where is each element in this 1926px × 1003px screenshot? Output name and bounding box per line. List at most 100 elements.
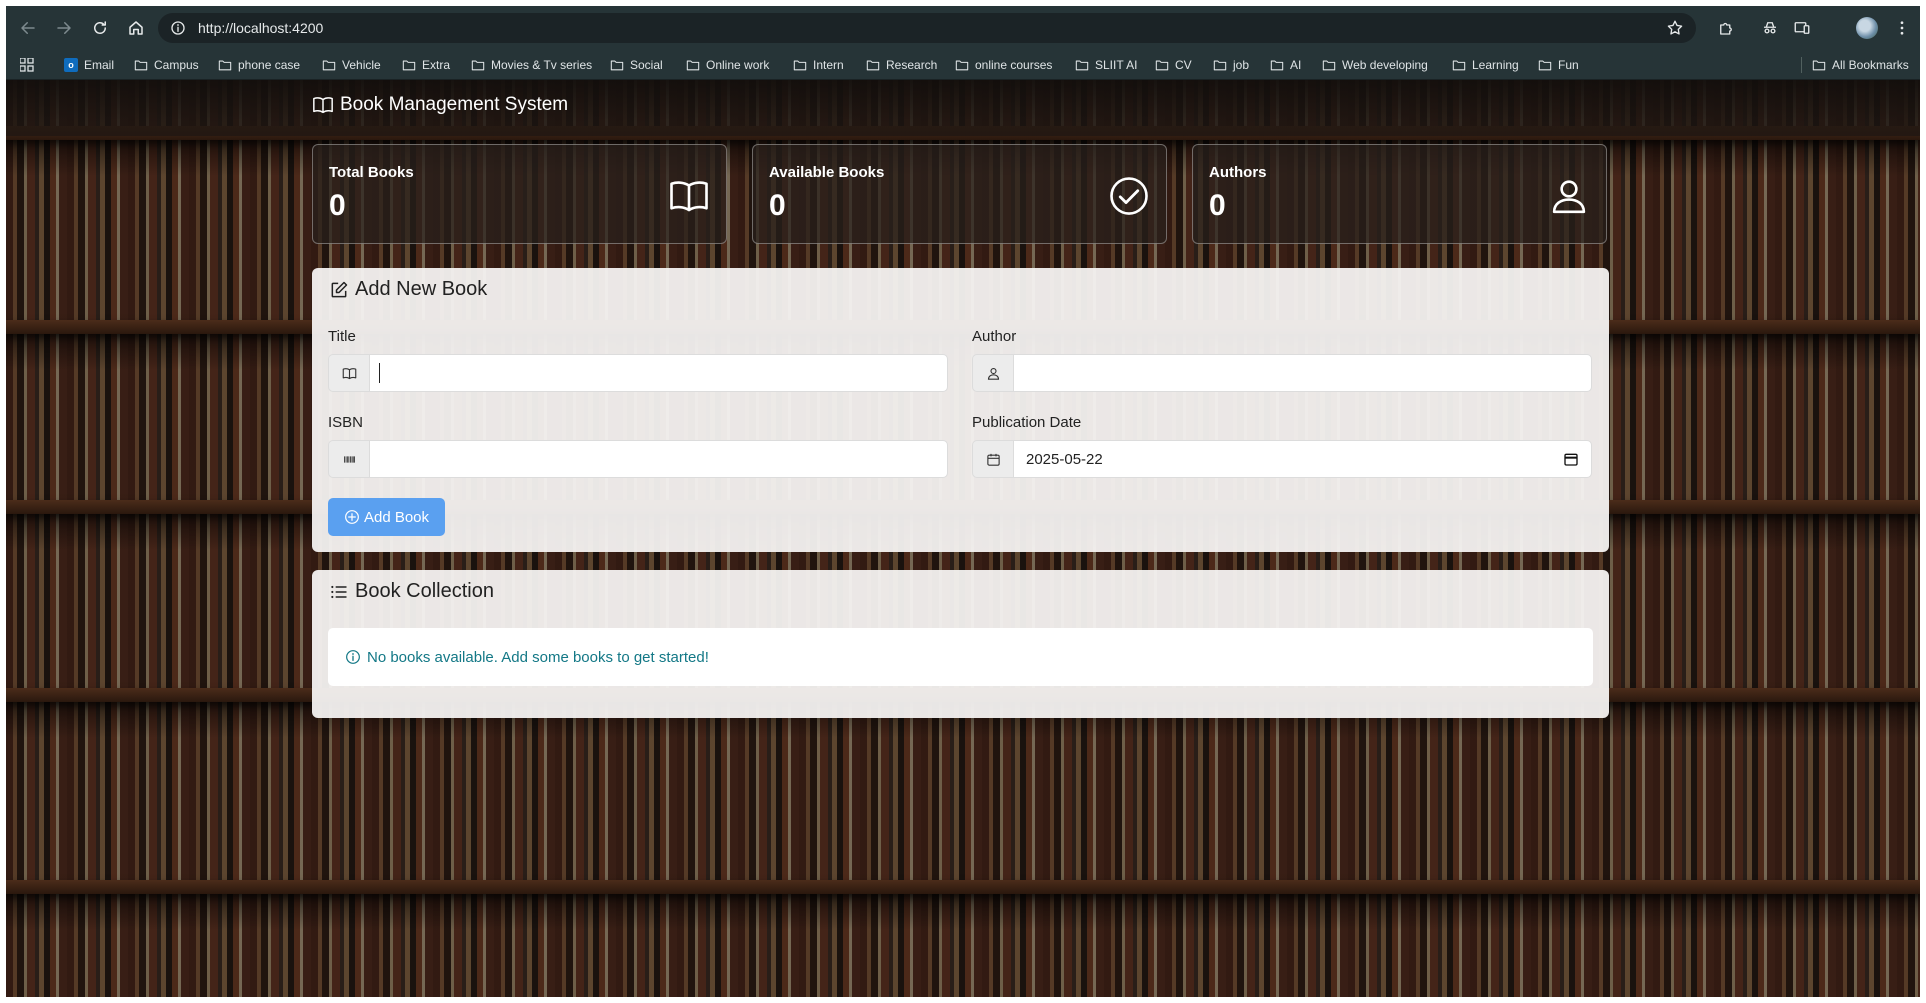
- publication-date-value: 2025-05-22: [1026, 450, 1103, 468]
- title-label: Title: [328, 328, 356, 345]
- bookmark-folder-movies[interactable]: Movies & Tv series: [471, 50, 592, 80]
- app-title: Book Management System: [340, 94, 569, 115]
- bookmark-label: Extra: [422, 58, 451, 72]
- bookmark-folder-ai[interactable]: AI: [1270, 50, 1301, 80]
- folder-icon: [471, 60, 485, 71]
- bookmark-folder-social[interactable]: Social: [610, 50, 663, 80]
- bookmarks-divider: [1801, 57, 1802, 73]
- folder-icon: [402, 60, 416, 71]
- shelf-decoration: [6, 880, 1920, 894]
- stat-value: 0: [329, 189, 346, 222]
- devices-icon: [1794, 22, 1810, 34]
- app-brand[interactable]: Book Management System: [312, 94, 568, 116]
- add-book-button[interactable]: Add Book: [328, 498, 445, 536]
- menu-button[interactable]: [1892, 18, 1912, 38]
- bookmark-folder-sliit-ai[interactable]: SLIIT AI: [1075, 50, 1137, 80]
- all-bookmarks-label: All Bookmarks: [1832, 58, 1909, 72]
- bookmark-folder-phone-case[interactable]: phone case: [218, 50, 300, 80]
- bookmark-folder-extra[interactable]: Extra: [402, 50, 450, 80]
- app-navbar: Book Management System: [6, 80, 1920, 136]
- folder-icon: [1075, 60, 1089, 71]
- incognito-button[interactable]: [1760, 18, 1780, 38]
- calendar-picker-icon[interactable]: [1563, 451, 1579, 467]
- folder-icon: [955, 60, 969, 71]
- bookmark-label: CV: [1175, 58, 1192, 72]
- address-bar[interactable]: http://localhost:4200: [158, 13, 1696, 43]
- bookmark-folder-fun[interactable]: Fun: [1538, 50, 1579, 80]
- bookmark-label: SLIIT AI: [1095, 58, 1138, 72]
- bookmark-folder-job[interactable]: job: [1213, 50, 1249, 80]
- back-button[interactable]: [16, 16, 40, 40]
- bookmark-folder-intern[interactable]: Intern: [793, 50, 844, 80]
- bookmarks-bar: o Email Campus phone case Vehicle Extra …: [6, 50, 1920, 80]
- bookmark-label: Email: [84, 58, 115, 72]
- all-bookmarks-button[interactable]: All Bookmarks: [1812, 50, 1909, 80]
- bookmark-star-icon[interactable]: [1666, 19, 1684, 37]
- book-collection-heading: Book Collection: [329, 580, 494, 603]
- bookmark-label: Vehicle: [342, 58, 381, 72]
- isbn-input[interactable]: [369, 440, 948, 478]
- bookmark-folder-online-courses[interactable]: online courses: [955, 50, 1052, 80]
- publication-date-label: Publication Date: [972, 414, 1082, 431]
- forward-button[interactable]: [52, 16, 76, 40]
- book-open-icon: [670, 181, 708, 212]
- bookmark-folder-online-work[interactable]: Online work: [686, 50, 769, 80]
- bookmark-label: AI: [1290, 58, 1302, 72]
- title-input[interactable]: [369, 354, 948, 392]
- profile-avatar[interactable]: [1856, 17, 1878, 39]
- reload-button[interactable]: [88, 16, 112, 40]
- info-circle-icon: [346, 650, 360, 664]
- stat-value: 0: [1209, 189, 1226, 222]
- bookmark-label: Online work: [706, 58, 770, 72]
- title-addon: [328, 354, 369, 392]
- side-panel-button[interactable]: [1792, 18, 1812, 38]
- bookmark-folder-learning[interactable]: Learning: [1452, 50, 1519, 80]
- folder-icon: [322, 60, 336, 71]
- stat-label: Available Books: [769, 164, 885, 181]
- folder-icon: [1538, 60, 1552, 71]
- barcode-icon: [343, 455, 355, 463]
- bookmark-folder-campus[interactable]: Campus: [134, 50, 199, 80]
- folder-icon: [1155, 60, 1169, 71]
- author-input[interactable]: [1013, 354, 1592, 392]
- plus-circle-icon: [345, 510, 359, 524]
- bookmark-folder-cv[interactable]: CV: [1155, 50, 1192, 80]
- kebab-menu-icon: [1900, 21, 1904, 35]
- arrow-right-icon: [57, 22, 71, 34]
- book-icon: [342, 367, 356, 379]
- folder-icon: [686, 60, 700, 71]
- list-icon: [331, 585, 347, 598]
- home-button[interactable]: [124, 16, 148, 40]
- stat-card-available-books: Available Books 0: [752, 144, 1167, 244]
- author-input-group: [972, 354, 1592, 392]
- empty-message: No books available. Add some books to ge…: [367, 648, 709, 666]
- bookmark-folder-web-developing[interactable]: Web developing: [1322, 50, 1428, 80]
- url-text[interactable]: http://localhost:4200: [198, 20, 323, 36]
- bookmark-folder-vehicle[interactable]: Vehicle: [322, 50, 381, 80]
- site-info-icon[interactable]: [170, 20, 186, 36]
- publication-date-group: 2025-05-22: [972, 440, 1592, 478]
- bookmark-label: Intern: [813, 58, 844, 72]
- person-icon: [987, 367, 999, 380]
- stat-value: 0: [769, 189, 786, 222]
- extensions-button[interactable]: [1716, 18, 1736, 38]
- folder-icon: [793, 60, 807, 71]
- author-label: Author: [972, 328, 1017, 345]
- bookmark-label: Web developing: [1342, 58, 1428, 72]
- title-input-group: [328, 354, 948, 392]
- stat-card-total-books: Total Books 0: [312, 144, 727, 244]
- arrow-left-icon: [21, 22, 35, 34]
- person-icon: [1552, 180, 1586, 214]
- incognito-icon: [1764, 22, 1776, 34]
- publication-date-addon: [972, 440, 1013, 478]
- apps-grid-icon[interactable]: [20, 58, 34, 72]
- bookmark-folder-research[interactable]: Research: [866, 50, 937, 80]
- panel-title-text: Add New Book: [355, 278, 488, 300]
- bookmark-label: Movies & Tv series: [491, 58, 593, 72]
- folder-icon: [1452, 60, 1466, 71]
- folder-icon: [866, 60, 880, 71]
- bookmark-email[interactable]: o Email: [64, 50, 114, 80]
- add-book-panel: Add New Book Title Author ISBN Publicati…: [312, 268, 1609, 552]
- publication-date-input[interactable]: 2025-05-22: [1013, 440, 1592, 478]
- folder-icon: [610, 60, 624, 71]
